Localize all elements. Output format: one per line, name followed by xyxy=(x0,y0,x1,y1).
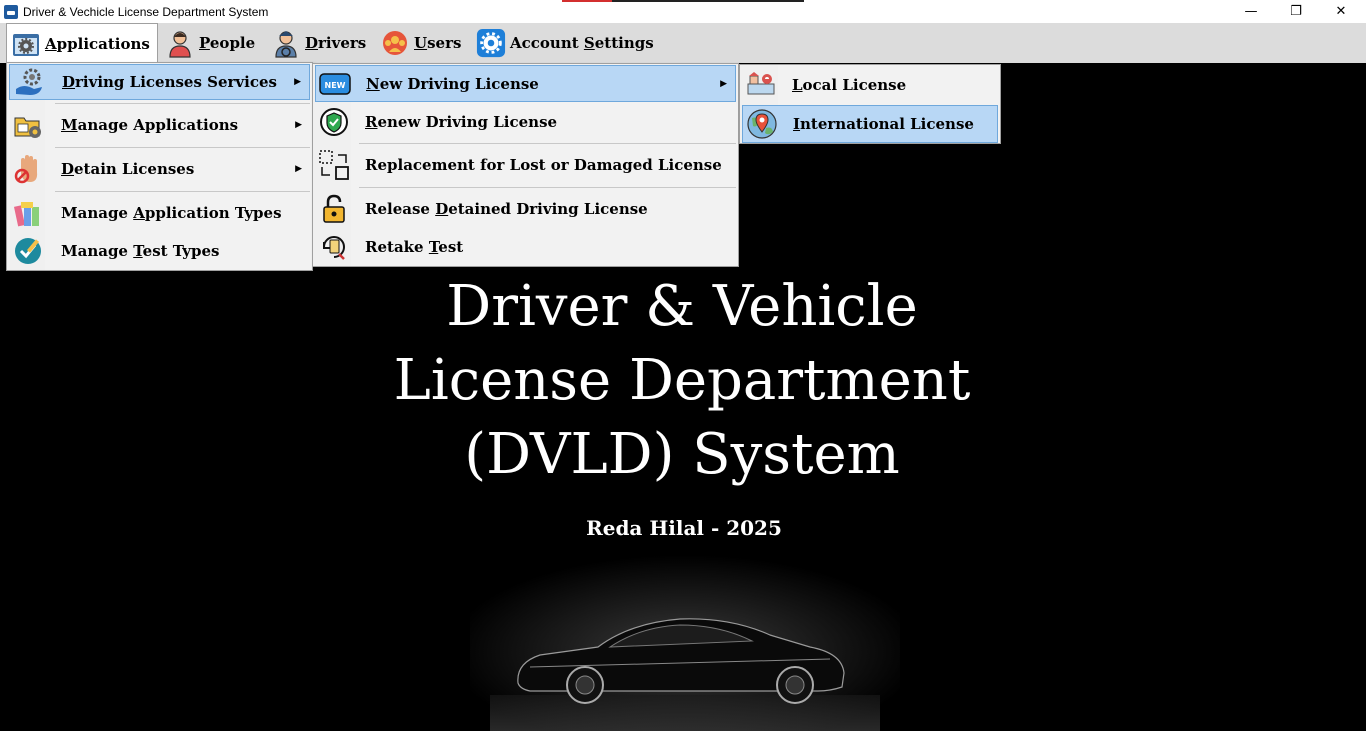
menu-separator xyxy=(359,143,736,144)
menu-item-manage-applications[interactable]: Manage Applications ▶ xyxy=(9,107,310,143)
menu-applications-label: Applications xyxy=(45,34,150,53)
menu-item-label: Release Detained Driving License xyxy=(365,200,648,218)
restore-button[interactable]: ❐ xyxy=(1273,0,1319,23)
menu-item-renew-driving-license[interactable]: Renew Driving License xyxy=(315,104,736,140)
menu-item-label: Manage Applications xyxy=(61,116,239,134)
menu-account-settings[interactable]: Account Settings xyxy=(476,23,654,63)
menu-item-label: Manage Application Types xyxy=(61,204,282,222)
books-icon xyxy=(11,196,45,230)
author-credit: Reda Hilal - 2025 xyxy=(586,516,782,540)
submenu-arrow-icon: ▶ xyxy=(294,77,301,87)
menu-item-label: Detain Licenses xyxy=(61,160,195,178)
new-badge-icon: NEW xyxy=(318,67,352,101)
menu-item-release-detained-license[interactable]: Release Detained Driving License xyxy=(315,191,736,227)
window-title: Driver & Vechicle License Department Sys… xyxy=(23,4,269,19)
menu-item-label: New Driving License xyxy=(366,74,539,93)
menu-people[interactable]: People xyxy=(165,23,255,63)
new-driving-license-menu: Local License International License xyxy=(739,64,1001,144)
menu-item-driving-licenses-services[interactable]: Driving Licenses Services ▶ xyxy=(9,64,310,100)
submenu-arrow-icon: ▶ xyxy=(295,164,302,174)
decor-strip-dark xyxy=(612,0,804,2)
test-check-icon xyxy=(11,234,45,268)
menu-item-label: Retake Test xyxy=(365,238,464,256)
menu-users[interactable]: Users xyxy=(380,23,461,63)
menu-item-label: Local License xyxy=(792,76,907,94)
menu-separator xyxy=(55,147,310,148)
splash-title-line-2: License Department xyxy=(393,348,971,413)
menu-item-label: Driving Licenses Services xyxy=(62,73,277,91)
menu-item-manage-test-types[interactable]: Manage Test Types xyxy=(9,233,310,269)
stop-hand-icon xyxy=(11,152,45,186)
splash-title-line-1: Driver & Vehicle xyxy=(446,274,918,339)
person-icon xyxy=(165,28,195,58)
menu-users-label: Users xyxy=(414,34,462,52)
menu-item-label: Renew Driving License xyxy=(365,113,558,131)
menu-account-settings-label: Account Settings xyxy=(510,34,654,52)
menu-item-manage-application-types[interactable]: Manage Application Types xyxy=(9,195,310,231)
splash-title-line-3: (DVLD) System xyxy=(464,422,900,487)
shield-check-icon xyxy=(317,105,351,139)
folder-gear-icon xyxy=(11,108,45,142)
splash-title: Driver & Vehicle License Department (DVL… xyxy=(362,270,1002,492)
replace-icon xyxy=(317,148,351,182)
settings-gear-icon xyxy=(476,28,506,58)
menu-item-label: Replacement for Lost or Damaged License xyxy=(365,156,722,174)
applications-gear-icon xyxy=(11,29,41,59)
menu-drivers-label: Drivers xyxy=(305,34,367,52)
minimize-button[interactable]: — xyxy=(1228,0,1274,23)
submenu-arrow-icon: ▶ xyxy=(720,78,727,89)
menu-item-international-license[interactable]: International License xyxy=(742,105,998,143)
users-icon xyxy=(380,28,410,58)
app-car-icon xyxy=(4,4,18,19)
applications-menu: Driving Licenses Services ▶ Manage Appli… xyxy=(6,62,313,271)
menu-separator xyxy=(55,191,310,192)
close-button[interactable]: ✕ xyxy=(1318,0,1364,23)
driving-licenses-services-menu: NEW New Driving License ▶ Renew Driving … xyxy=(312,63,739,267)
menu-separator xyxy=(55,103,310,104)
retake-icon xyxy=(317,230,351,264)
submenu-arrow-icon: ▶ xyxy=(295,120,302,130)
gear-hand-icon xyxy=(12,65,46,99)
menu-item-local-license[interactable]: Local License xyxy=(742,67,998,103)
svg-text:NEW: NEW xyxy=(325,81,346,90)
menu-separator xyxy=(359,187,736,188)
menu-item-label: Manage Test Types xyxy=(61,242,220,260)
menu-people-label: People xyxy=(199,34,256,52)
local-map-icon xyxy=(744,68,778,102)
menu-item-detain-licenses[interactable]: Detain Licenses ▶ xyxy=(9,151,310,187)
globe-pin-icon xyxy=(745,107,779,141)
menu-applications[interactable]: Applications xyxy=(6,23,158,63)
menu-item-replacement-license[interactable]: Replacement for Lost or Damaged License xyxy=(315,147,736,183)
menu-drivers[interactable]: Drivers xyxy=(271,23,366,63)
unlock-icon xyxy=(317,192,351,226)
menu-item-label: International License xyxy=(793,115,974,133)
menu-item-retake-test[interactable]: Retake Test xyxy=(315,229,736,265)
title-bar: Driver & Vechicle License Department Sys… xyxy=(0,0,1366,23)
driver-icon xyxy=(271,28,301,58)
decor-strip-red xyxy=(562,0,612,2)
menu-bar: Applications People Drivers Users Accoun… xyxy=(0,23,1366,63)
car-image xyxy=(470,555,900,731)
menu-item-new-driving-license[interactable]: NEW New Driving License ▶ xyxy=(315,65,736,102)
